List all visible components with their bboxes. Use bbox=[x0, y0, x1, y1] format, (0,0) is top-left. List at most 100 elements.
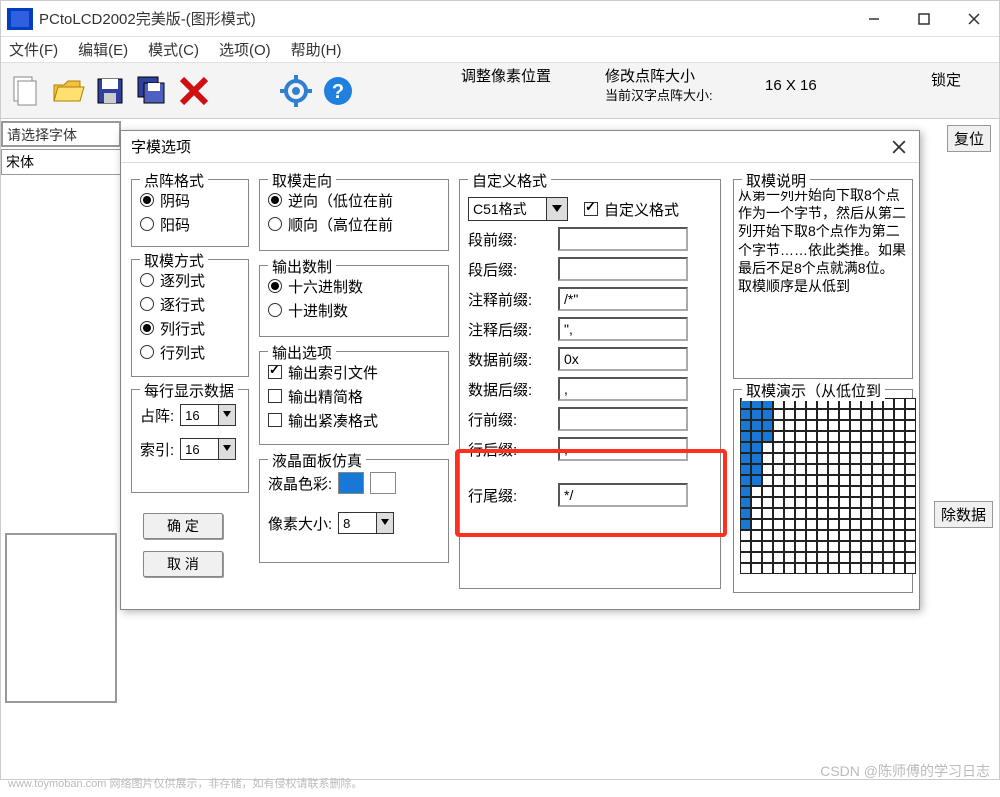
menu-file[interactable]: 文件(F) bbox=[9, 39, 58, 60]
menu-edit[interactable]: 编辑(E) bbox=[78, 39, 128, 60]
output-opt3[interactable]: 输出紧凑格式 bbox=[268, 408, 440, 432]
cmt-suf-label: 注释后缀: bbox=[468, 319, 552, 340]
line-pre-label: 行前缀: bbox=[468, 409, 552, 430]
checkbox-icon bbox=[268, 413, 282, 427]
extract-mode-opt4[interactable]: 行列式 bbox=[140, 340, 240, 364]
menu-bar: 文件(F) 编辑(E) 模式(C) 选项(O) 帮助(H) bbox=[1, 37, 999, 63]
radio-icon bbox=[140, 321, 154, 335]
save-icon[interactable] bbox=[89, 70, 131, 112]
checkbox-icon bbox=[268, 365, 282, 379]
checkbox-icon bbox=[268, 389, 282, 403]
title-bar: PCtoLCD2002完美版-(图形模式) bbox=[1, 1, 999, 37]
settings-icon[interactable] bbox=[275, 70, 317, 112]
adjust-pixel-label: 调整像素位置 bbox=[461, 65, 551, 86]
dialog-body: 点阵格式 阴码 阳码 取模走向 逆向（低位在前 顺向（高位在前 取模方式 逐列式… bbox=[121, 163, 919, 611]
output-opt1[interactable]: 输出索引文件 bbox=[268, 360, 440, 384]
left-panel: 请选择字体 宋体 bbox=[1, 121, 121, 175]
toolbar: ? 调整像素位置 修改点阵大小 当前汉字点阵大小: 16 X 16 锁定 bbox=[1, 63, 999, 119]
matrix-format-opt1[interactable]: 阴码 bbox=[140, 188, 240, 212]
line-tail-input[interactable] bbox=[558, 483, 688, 507]
custom-fmt-title: 自定义格式 bbox=[468, 170, 551, 191]
data-suf-input[interactable] bbox=[558, 377, 688, 401]
checkbox-icon[interactable] bbox=[584, 202, 598, 216]
menu-help[interactable]: 帮助(H) bbox=[291, 39, 342, 60]
radio-icon bbox=[140, 193, 154, 207]
per-line-title: 每行显示数据 bbox=[140, 380, 238, 401]
output-base-opt2[interactable]: 十进制数 bbox=[268, 298, 440, 322]
new-icon[interactable] bbox=[5, 70, 47, 112]
seg-suf-input[interactable] bbox=[558, 257, 688, 281]
matrix-format-title: 点阵格式 bbox=[140, 170, 208, 191]
radio-icon bbox=[268, 193, 282, 207]
radio-icon bbox=[140, 217, 154, 231]
cmt-pre-input[interactable] bbox=[558, 287, 688, 311]
matrix-format-opt2[interactable]: 阳码 bbox=[140, 212, 240, 236]
extract-mode-opt2[interactable]: 逐行式 bbox=[140, 292, 240, 316]
menu-mode[interactable]: 模式(C) bbox=[148, 39, 199, 60]
cmt-pre-label: 注释前缀: bbox=[468, 289, 552, 310]
desc-group: 取模说明 从第一列开始向下取8个点作为一个字节，然后从第二列开始下取8个点作为第… bbox=[733, 179, 913, 379]
extract-dir-opt2[interactable]: 顺向（高位在前 bbox=[268, 212, 440, 236]
output-base-opt1[interactable]: 十六进制数 bbox=[268, 274, 440, 298]
desc-title: 取模说明 bbox=[742, 170, 810, 191]
lcd-sim-title: 液晶面板仿真 bbox=[268, 450, 366, 471]
watermark-left: www.toymoban.com 网络图片仅供展示，非存储，如有侵权请联系删除。 bbox=[8, 775, 362, 791]
radio-icon bbox=[268, 279, 282, 293]
line-pre-input[interactable] bbox=[558, 407, 688, 431]
open-icon[interactable] bbox=[47, 70, 89, 112]
output-area[interactable] bbox=[5, 533, 117, 703]
per-line-v2[interactable]: 16 bbox=[180, 438, 236, 460]
dialog-close-icon[interactable] bbox=[889, 137, 909, 157]
radio-icon bbox=[140, 273, 154, 287]
seg-pre-input[interactable] bbox=[558, 227, 688, 251]
per-line-group: 每行显示数据 占阵: 16 索引: 16 bbox=[131, 389, 249, 493]
font-select[interactable]: 宋体 bbox=[1, 149, 121, 175]
output-base-group: 输出数制 十六进制数 十进制数 bbox=[259, 265, 449, 337]
extract-dir-opt1[interactable]: 逆向（低位在前 bbox=[268, 188, 440, 212]
lcd-sim-group: 液晶面板仿真 液晶色彩: 像素大小: 8 bbox=[259, 459, 449, 563]
save-all-icon[interactable] bbox=[131, 70, 173, 112]
data-pre-label: 数据前缀: bbox=[468, 349, 552, 370]
lcd-size-select[interactable]: 8 bbox=[338, 512, 394, 534]
extract-mode-opt1[interactable]: 逐列式 bbox=[140, 268, 240, 292]
reset-button[interactable]: 复位 bbox=[947, 125, 991, 152]
minimize-button[interactable] bbox=[849, 1, 899, 37]
custom-fmt-group: 自定义格式 C51格式 自定义格式 段前缀: 段后缀: 注释前缀: 注释后缀: … bbox=[459, 179, 721, 589]
close-button[interactable] bbox=[949, 1, 999, 37]
lcd-color-swatch[interactable] bbox=[338, 472, 364, 494]
demo-group: 取模演示（从低位到 bbox=[733, 389, 913, 593]
lcd-color-label: 液晶色彩: bbox=[268, 473, 332, 494]
pixel-grid bbox=[740, 398, 906, 574]
line-suf-input[interactable] bbox=[558, 437, 688, 461]
cancel-button[interactable]: 取 消 bbox=[143, 551, 223, 577]
output-opts-group: 输出选项 输出索引文件 输出精简格 输出紧凑格式 bbox=[259, 351, 449, 445]
maximize-button[interactable] bbox=[899, 1, 949, 37]
cmt-suf-input[interactable] bbox=[558, 317, 688, 341]
lcd-bg-swatch[interactable] bbox=[370, 472, 396, 494]
help-icon[interactable]: ? bbox=[317, 70, 359, 112]
radio-icon bbox=[140, 345, 154, 359]
chevron-down-icon bbox=[552, 205, 562, 212]
menu-options[interactable]: 选项(O) bbox=[219, 39, 271, 60]
data-pre-input[interactable] bbox=[558, 347, 688, 371]
ok-button[interactable]: 确 定 bbox=[143, 513, 223, 539]
chevron-down-icon bbox=[381, 519, 389, 525]
delete-icon[interactable] bbox=[173, 70, 215, 112]
line-suf-label: 行后缀: bbox=[468, 439, 552, 460]
dialog-title: 字模选项 bbox=[131, 136, 191, 157]
custom-chk-label: 自定义格式 bbox=[604, 199, 679, 220]
radio-icon bbox=[140, 297, 154, 311]
extract-mode-opt3[interactable]: 列行式 bbox=[140, 316, 240, 340]
clear-data-button[interactable]: 除数据 bbox=[934, 501, 993, 528]
font-options-dialog: 字模选项 点阵格式 阴码 阳码 取模走向 逆向（低位在前 顺向（高位在前 取模方… bbox=[120, 130, 920, 610]
seg-pre-label: 段前缀: bbox=[468, 229, 552, 250]
per-line-lbl1: 占阵: bbox=[140, 405, 174, 426]
output-opt2[interactable]: 输出精简格 bbox=[268, 384, 440, 408]
desc-text: 从第一列开始向下取8个点作为一个字节，然后从第二列开始下取8个点作为第二个字节…… bbox=[734, 182, 912, 299]
per-line-v1[interactable]: 16 bbox=[180, 404, 236, 426]
data-suf-label: 数据后缀: bbox=[468, 379, 552, 400]
lock-label[interactable]: 锁定 bbox=[931, 69, 961, 90]
format-select[interactable]: C51格式 bbox=[468, 197, 568, 221]
output-opts-title: 输出选项 bbox=[268, 342, 336, 363]
chevron-down-icon bbox=[223, 411, 231, 417]
